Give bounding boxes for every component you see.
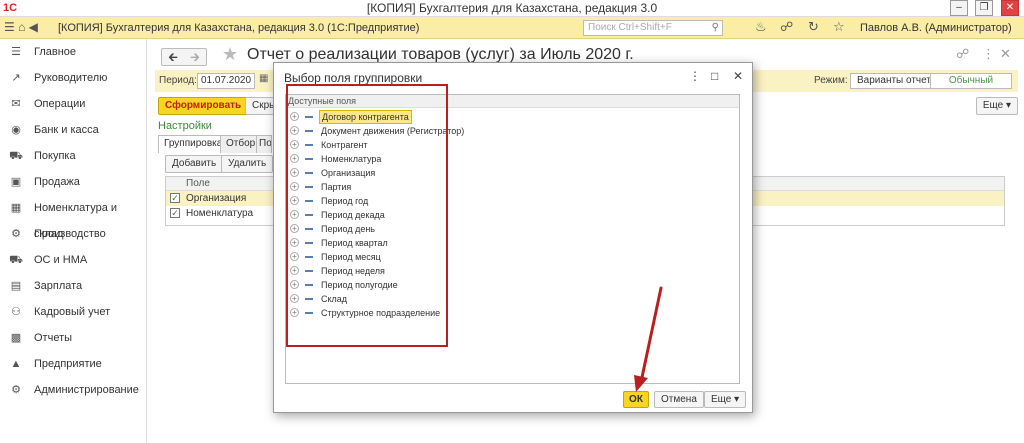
- sidebar-item-label: Предприятие: [34, 358, 102, 370]
- search-icon[interactable]: ⚲: [712, 21, 719, 35]
- search-placeholder: Поиск Ctrl+Shift+F: [588, 22, 672, 33]
- salary-icon: ▤: [10, 280, 22, 292]
- warehouse-icon: ▦: [10, 202, 22, 214]
- sidebar-item-label: Руководителю: [34, 72, 108, 84]
- favorites-icon[interactable]: ☆: [833, 19, 845, 35]
- more-button[interactable]: Еще ▾: [975, 97, 1018, 115]
- sidebar-item-label: Продажа: [34, 176, 80, 188]
- more-menu-icon[interactable]: ⋮: [982, 46, 995, 62]
- sidebar-item-production[interactable]: ⚙ Производство: [0, 221, 147, 247]
- calendar-icon[interactable]: ▦: [259, 73, 268, 84]
- bank-icon: ◉: [11, 124, 21, 136]
- sidebar-item-operations[interactable]: ✉ Операции: [0, 91, 147, 117]
- sidebar-item-sales[interactable]: ▣ Продажа: [0, 169, 147, 195]
- reports-icon: ▩: [10, 332, 22, 344]
- history-icon[interactable]: ↻: [808, 19, 819, 35]
- sidebar-item-label: Администрирование: [34, 384, 139, 396]
- delete-button[interactable]: Удалить: [221, 155, 274, 173]
- sidebar-item-reports[interactable]: ▩ Отчеты: [0, 325, 147, 351]
- sidebar-item-label: Зарплата: [34, 280, 83, 292]
- row-checkbox[interactable]: ✓: [170, 193, 180, 203]
- sidebar-item-fixed-assets[interactable]: ⛟ ОС и НМА: [0, 247, 147, 273]
- period-input[interactable]: 01.07.2020: [197, 73, 255, 89]
- enterprise-icon: ▲: [10, 358, 22, 370]
- window-title: [КОПИЯ] Бухгалтерия для Казахстана, реда…: [366, 1, 658, 15]
- app-menu-icons[interactable]: ☰ ⌂ ◀: [4, 20, 38, 34]
- favorite-star-icon[interactable]: ★: [222, 44, 238, 65]
- sidebar-item-label: Главное: [34, 46, 77, 58]
- sidebar-item-label: Отчеты: [34, 332, 73, 344]
- people-icon: ⚇: [11, 306, 21, 318]
- dialog-close-icon[interactable]: ✕: [733, 69, 743, 83]
- search-input[interactable]: Поиск Ctrl+Shift+F ⚲: [583, 20, 723, 36]
- menu-icon: ☰: [11, 46, 21, 58]
- select-grouping-field-dialog: Выбор поля группировки ⋮ □ ✕ Доступные п…: [273, 62, 753, 413]
- link-icon[interactable]: ☍: [780, 19, 793, 35]
- app-bar: ☰ ⌂ ◀ [КОПИЯ] Бухгалтерия для Казахстана…: [0, 17, 1024, 39]
- hide-settings-button[interactable]: Скры: [245, 97, 275, 115]
- maximize-button[interactable]: ❐: [975, 0, 993, 16]
- dialog-title: Выбор поля группировки: [284, 71, 423, 85]
- gear-icon: ⚙: [11, 384, 21, 396]
- dialog-maximize-icon[interactable]: □: [711, 69, 718, 83]
- dialog-more-icon[interactable]: ⋮: [689, 69, 701, 83]
- ok-button[interactable]: ОК: [623, 391, 649, 408]
- tab-grouping[interactable]: Группировка: [158, 135, 229, 153]
- column-field: Поле: [186, 178, 210, 189]
- settings-link[interactable]: Настройки: [158, 120, 212, 132]
- cart-icon: ⛟: [9, 150, 23, 162]
- cancel-button[interactable]: Отмена: [654, 391, 704, 408]
- truck-icon: ⛟: [9, 254, 23, 266]
- bell-icon[interactable]: ♨: [755, 19, 767, 35]
- generate-button[interactable]: Сформировать: [158, 97, 249, 115]
- close-form-icon[interactable]: ✕: [1000, 46, 1011, 62]
- window-titlebar: 1С [КОПИЯ] Бухгалтерия для Казахстана, р…: [0, 0, 1024, 17]
- sidebar-item-label: Покупка: [34, 150, 76, 162]
- row-label: Организация: [186, 193, 247, 204]
- sidebar-item-label: ОС и НМА: [34, 254, 88, 266]
- link-icon[interactable]: ☍: [956, 46, 969, 62]
- sidebar-item-hr[interactable]: ⚇ Кадровый учет: [0, 299, 147, 325]
- back-arrow-icon[interactable]: 🡰: [162, 49, 184, 65]
- sidebar-item-bank[interactable]: ◉ Банк и касса: [0, 117, 147, 143]
- sidebar-item-label: Операции: [34, 98, 86, 110]
- bag-icon: ▣: [10, 176, 22, 188]
- sidebar-item-admin[interactable]: ⚙ Администрирование: [0, 377, 147, 403]
- sidebar-item-label: Производство: [34, 228, 106, 240]
- row-label: Номенклатура: [186, 208, 254, 219]
- app-title: [КОПИЯ] Бухгалтерия для Казахстана, реда…: [58, 22, 420, 34]
- sidebar-item-purchase[interactable]: ⛟ Покупка: [0, 143, 147, 169]
- row-checkbox[interactable]: ✓: [170, 208, 180, 218]
- highlight-frame: [286, 84, 448, 347]
- nav-buttons: 🡰 🡲: [161, 48, 207, 66]
- forward-arrow-icon[interactable]: 🡲: [184, 49, 206, 65]
- chart-icon: ↗: [11, 72, 21, 84]
- sidebar: ☰ Главное ↗ Руководителю ✉ Операции ◉ Банк и…: [0, 39, 147, 443]
- sidebar-item-main[interactable]: ☰ Главное: [0, 39, 147, 65]
- sidebar-item-label: Кадровый учет: [34, 306, 111, 318]
- sidebar-item-salary[interactable]: ▤ Зарплата: [0, 273, 147, 299]
- period-label: Период:: [159, 75, 197, 86]
- sidebar-item-enterprise[interactable]: ▲ Предприятие: [0, 351, 147, 377]
- sidebar-item-nomenclature[interactable]: ▦ Номенклатура и склад: [0, 195, 147, 240]
- add-button[interactable]: Добавить: [165, 155, 224, 173]
- operations-icon: ✉: [11, 98, 21, 110]
- mode-label: Режим:: [814, 75, 848, 86]
- tab-fields[interactable]: По: [256, 135, 272, 153]
- dialog-more-button[interactable]: Еще ▾: [704, 391, 747, 408]
- close-window-button[interactable]: ✕: [1001, 0, 1019, 16]
- production-icon: ⚙: [11, 228, 21, 240]
- user-name[interactable]: Павлов А.В. (Администратор): [860, 17, 1012, 39]
- minimize-button[interactable]: –: [950, 0, 968, 16]
- mode-normal-button[interactable]: Обычный: [930, 73, 1012, 89]
- sidebar-item-label: Банк и касса: [34, 124, 99, 136]
- sidebar-item-director[interactable]: ↗ Руководителю: [0, 65, 147, 91]
